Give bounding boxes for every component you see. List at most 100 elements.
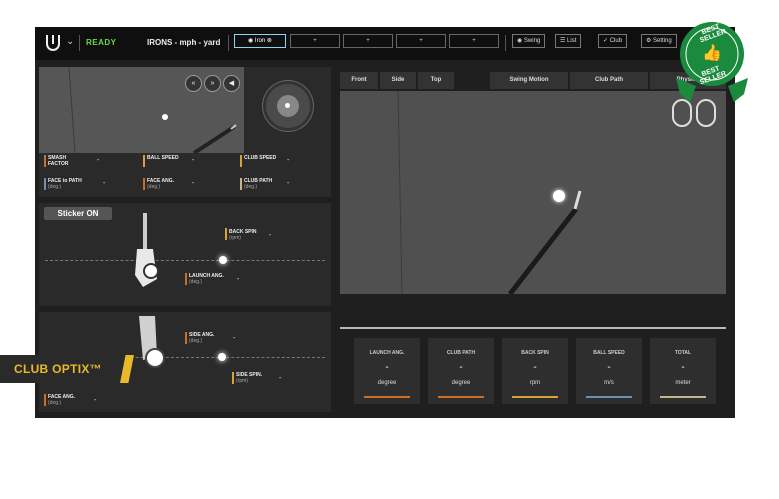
club-optix-banner: CLUB OPTIX™ (0, 355, 130, 383)
ball-camera-panel: « » ◀ SMASH FACTOR - BALL SPEED - CLUB S… (39, 67, 331, 197)
card-underline (586, 396, 632, 398)
card-value: - (459, 362, 463, 373)
card-title: CLUB PATH (446, 350, 476, 356)
ball-speed-value: - (192, 157, 195, 164)
smash-factor-label: SMASH FACTOR (48, 155, 69, 167)
face-ang-value: - (94, 397, 97, 404)
tab-front[interactable]: Front (340, 72, 378, 89)
top-bar: ⌄ READY IRONS - mph - yard ◉ Iron ⊗ + + … (35, 27, 735, 60)
mode-label[interactable]: IRONS - mph - yard (147, 38, 220, 47)
card-value: - (385, 362, 389, 373)
back-spin-value: - (269, 232, 272, 239)
ball (162, 114, 168, 120)
tab-swing-motion[interactable]: Swing Motion (490, 72, 568, 89)
forward-icon[interactable]: » (204, 75, 221, 92)
club-path-value: - (287, 180, 290, 187)
face-ang-label: FACE ANG. (deg.) (147, 178, 175, 190)
stat-bar (143, 178, 145, 190)
ball-marker (219, 256, 227, 264)
club-path-label: CLUB PATH (deg.) (244, 178, 273, 190)
divider (79, 35, 80, 51)
card-unit: rpm (529, 380, 541, 386)
ball-camera-view: « » ◀ (39, 67, 244, 153)
ball (553, 190, 565, 202)
card-underline (660, 396, 706, 398)
launch-ang-value: - (237, 276, 240, 283)
club-head-top-icon (139, 316, 165, 368)
slot-dot-icon: ◉ (248, 38, 255, 44)
main-camera-view (340, 91, 726, 294)
club-slot-empty[interactable]: + (396, 34, 446, 48)
stat-bar (44, 155, 46, 167)
card-unit: degree (377, 380, 397, 386)
side-spin-value: - (279, 375, 282, 382)
club-slot-empty[interactable]: + (343, 34, 393, 48)
swing-button[interactable]: ◉ Swing (512, 34, 546, 48)
club-slot-empty[interactable]: + (449, 34, 499, 48)
gear-icon: ⚙ (646, 38, 654, 44)
swing-icon: ◉ (517, 38, 524, 44)
club-slot-empty[interactable]: + (290, 34, 340, 48)
list-icon: ☰ (560, 38, 568, 44)
club-speed-value: - (287, 157, 290, 164)
launch-ang-label: LAUNCH ANG. (deg.) (189, 273, 224, 285)
summary-card-back-spin: BACK SPIN - rpm (502, 338, 568, 404)
face-ang-value: - (192, 180, 195, 187)
brand-logo-icon (46, 35, 60, 51)
stat-bar (44, 394, 46, 406)
stat-bar (240, 155, 242, 167)
ball-dimple-view-icon (263, 81, 313, 131)
side-ang-label: SIDE ANG. (deg.) (189, 332, 215, 344)
side-ang-value: - (233, 335, 236, 342)
divider (228, 35, 229, 51)
thumbs-up-icon: 👍 (702, 45, 722, 62)
club-slot-label: Iron (254, 38, 266, 44)
tab-side[interactable]: Side (380, 72, 416, 89)
card-unit: meter (675, 380, 691, 386)
club-button[interactable]: ✓ Club (598, 34, 628, 48)
club-optix-label: CLUB OPTIX™ (14, 362, 102, 376)
summary-card-total: TOTAL - meter (650, 338, 716, 404)
play-back-icon[interactable]: ◀ (223, 75, 240, 92)
card-title: TOTAL (674, 350, 692, 356)
chevron-down-icon[interactable]: ⌄ (66, 36, 74, 47)
club-shaft-image (397, 91, 582, 294)
card-unit: m/s (604, 380, 614, 386)
club-head-side-icon (135, 213, 159, 287)
smash-factor-value: - (97, 157, 100, 164)
stat-bar (232, 372, 234, 384)
summary-card-ball-speed: BALL SPEED - m/s (576, 338, 642, 404)
club-speed-label: CLUB SPEED (244, 155, 277, 161)
card-unit: degree (451, 380, 471, 386)
divider (340, 327, 726, 329)
face-to-path-label: FACE to PATH (deg.) (48, 178, 82, 190)
best-seller-badge: BEST SELLER 👍 BEST SELLER (672, 16, 752, 106)
list-button[interactable]: ☰ List (555, 34, 582, 48)
side-spin-label: SIDE SPIN. (rpm) (236, 372, 263, 384)
sticker-on-button[interactable]: Sticker ON (44, 207, 112, 220)
app-window: ⌄ READY IRONS - mph - yard ◉ Iron ⊗ + + … (35, 27, 735, 418)
club-slot-iron[interactable]: ◉ Iron ⊗ (234, 34, 286, 48)
stat-bar (185, 332, 187, 344)
rewind-icon[interactable]: « (185, 75, 202, 92)
card-underline (512, 396, 558, 398)
card-value: - (681, 362, 685, 373)
stat-bar (44, 178, 46, 190)
stat-bar (240, 178, 242, 190)
card-title: LAUNCH ANG. (369, 350, 405, 356)
face-to-path-value: - (103, 180, 106, 187)
ball-marker (218, 353, 226, 361)
tab-top[interactable]: Top (418, 72, 454, 89)
ground-line (45, 260, 325, 261)
ball-speed-label: BALL SPEED (147, 155, 179, 161)
card-underline (364, 396, 410, 398)
card-title: BALL SPEED (593, 350, 625, 356)
club-icon: ✓ (603, 38, 610, 44)
close-icon[interactable]: ⊗ (265, 38, 272, 44)
card-underline (438, 396, 484, 398)
card-value: - (533, 362, 537, 373)
status-ready: READY (86, 38, 117, 47)
face-ang-label: FACE ANG. (deg.) (48, 394, 76, 406)
card-title: BACK SPIN (521, 350, 549, 356)
tab-club-path[interactable]: Club Path (570, 72, 648, 89)
